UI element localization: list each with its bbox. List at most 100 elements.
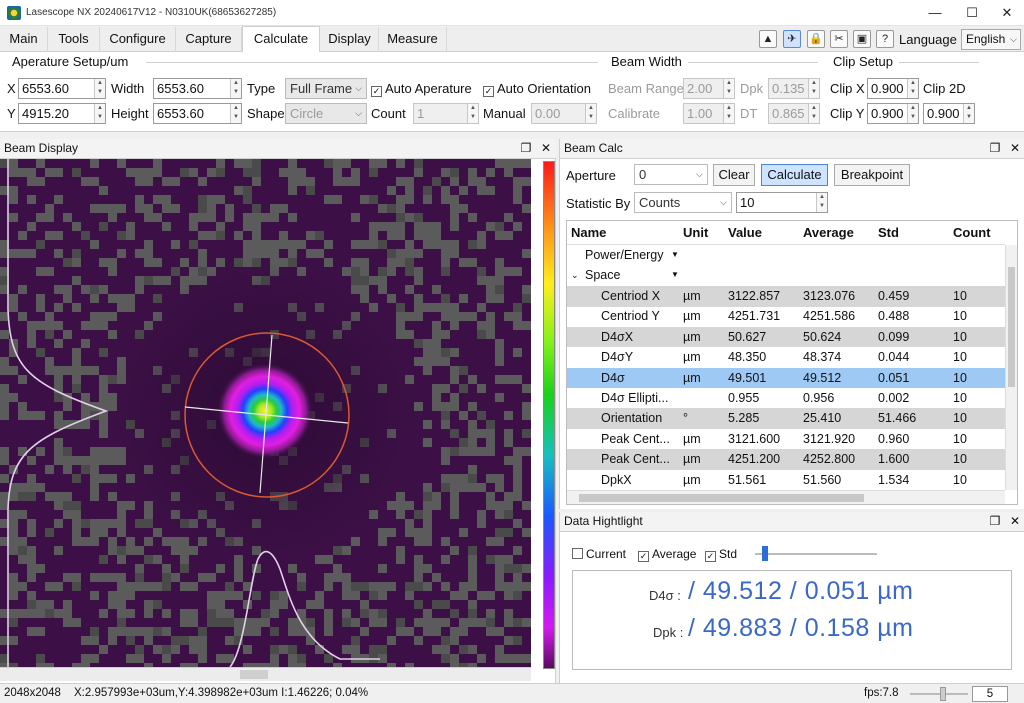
height-input[interactable]: 6553.60 ▲ ▼ (153, 103, 242, 124)
clip-y-input[interactable]: 0.900 ▲ ▼ (867, 103, 919, 124)
slider-thumb[interactable] (762, 546, 768, 561)
float-window-icon[interactable]: ❐ (518, 140, 534, 156)
manual-input[interactable]: 0.00 ▲ ▼ (531, 103, 597, 124)
width-input[interactable]: 6553.60 ▲ ▼ (153, 78, 242, 99)
pin-icon[interactable]: ✈ (783, 30, 801, 48)
table-horizontal-scrollbar[interactable] (567, 490, 1005, 504)
close-panel-icon[interactable]: ✕ (538, 140, 554, 156)
dt-input[interactable]: 0.865 ▲ ▼ (768, 103, 820, 124)
language-select[interactable]: English ⌵ (961, 29, 1021, 50)
calculate-button[interactable]: Calculate (761, 164, 828, 186)
table-row[interactable]: Peak Cent... µm 4251.200 4252.800 1.600 10 (567, 449, 1005, 470)
scrollbar-thumb[interactable] (1008, 267, 1015, 387)
table-row[interactable]: Centriod Y µm 4251.731 4251.586 0.488 10 (567, 306, 1005, 327)
table-row[interactable]: D4σY µm 48.350 48.374 0.044 10 (567, 347, 1005, 368)
spin-arrows-icon[interactable]: ▲ ▼ (585, 104, 596, 123)
cell-average: 50.624 (803, 329, 842, 344)
dpk-label: Dpk (740, 81, 764, 96)
col-count[interactable]: Count (953, 225, 991, 240)
tab-capture[interactable]: Capture (176, 27, 242, 52)
type-select[interactable]: Full Frame ⌵ (285, 78, 367, 99)
close-panel-icon[interactable]: ✕ (1007, 140, 1023, 156)
average-checkbox[interactable]: ✓ Average (638, 547, 696, 562)
tab-measure[interactable]: Measure (379, 27, 447, 52)
table-row[interactable]: Centriod X µm 3122.857 3123.076 0.459 10 (567, 286, 1005, 307)
font-size-slider[interactable] (755, 553, 877, 555)
spin-arrows-icon[interactable]: ▲ ▼ (907, 104, 918, 123)
spin-arrows-icon[interactable]: ▲ ▼ (963, 104, 974, 123)
beam-horizontal-scrollbar[interactable] (0, 667, 531, 681)
y-input[interactable]: 4915.20 ▲ ▼ (18, 103, 106, 124)
calibrate-input[interactable]: 1.00 ▲ ▼ (683, 103, 735, 124)
float-window-icon[interactable]: ❐ (987, 513, 1003, 529)
spin-arrows-icon[interactable]: ▲ ▼ (723, 104, 734, 123)
auto-orientation-checkbox[interactable]: ✓ Auto Orientation (483, 81, 591, 97)
beam-range-input[interactable]: 2.00 ▲ ▼ (683, 78, 735, 99)
collapse-up-icon[interactable]: ▲ (759, 30, 777, 48)
group-label: Space (585, 268, 621, 282)
group-row-power[interactable]: Power/Energy ▼ (567, 245, 1005, 266)
spin-arrows-icon[interactable]: ▲ ▼ (467, 104, 478, 123)
save-icon[interactable]: ▣ (853, 30, 871, 48)
spin-arrows-icon[interactable]: ▲ ▼ (230, 79, 241, 98)
x-input[interactable]: 6553.60 ▲ ▼ (18, 78, 106, 99)
shape-select[interactable]: Circle ⌵ (285, 103, 367, 124)
tab-configure[interactable]: Configure (100, 27, 176, 52)
noise-pixel (99, 429, 108, 438)
table-row[interactable]: DpkX µm 51.561 51.560 1.534 10 (567, 470, 1005, 491)
noise-pixel (405, 501, 414, 510)
scrollbar-thumb[interactable] (240, 670, 268, 679)
auto-aperture-checkbox[interactable]: ✓ Auto Aperature (371, 81, 472, 97)
table-vertical-scrollbar[interactable] (1005, 245, 1017, 490)
col-std[interactable]: Std (878, 225, 899, 240)
slider-thumb[interactable] (940, 687, 946, 701)
scrollbar-thumb[interactable] (579, 494, 864, 502)
tab-main[interactable]: Main (0, 27, 48, 52)
spin-arrows-icon[interactable]: ▲ ▼ (723, 79, 734, 98)
close-button[interactable]: ✕ (990, 0, 1024, 26)
spin-arrows-icon[interactable]: ▲ ▼ (808, 104, 819, 123)
statistic-count-input[interactable]: 10 ▲ ▼ (736, 192, 828, 213)
scissors-icon[interactable]: ✂ (830, 30, 848, 48)
table-row[interactable]: D4σ Ellipti... 0.955 0.956 0.002 10 (567, 388, 1005, 409)
current-checkbox[interactable]: Current (572, 547, 626, 561)
table-row[interactable]: D4σX µm 50.627 50.624 0.099 10 (567, 326, 1005, 348)
col-unit[interactable]: Unit (683, 225, 708, 240)
spin-arrows-icon[interactable]: ▲ ▼ (94, 79, 105, 98)
count-input[interactable]: 1 ▲ ▼ (413, 103, 479, 124)
minimize-button[interactable]: — (918, 0, 952, 26)
tab-display[interactable]: Display (321, 27, 379, 52)
clip-2d-input[interactable]: 0.900 ▲ ▼ (923, 103, 975, 124)
tab-tools[interactable]: Tools (48, 27, 100, 52)
col-average[interactable]: Average (803, 225, 854, 240)
rate-input[interactable]: 5 (972, 686, 1008, 702)
rate-slider[interactable] (910, 693, 968, 695)
spin-arrows-icon[interactable]: ▲ ▼ (808, 79, 819, 98)
spin-arrows-icon[interactable]: ▲ ▼ (94, 104, 105, 123)
maximize-button[interactable]: ☐ (955, 0, 989, 26)
noise-pixel (441, 600, 450, 609)
spin-arrows-icon[interactable]: ▲ ▼ (907, 79, 918, 98)
col-name[interactable]: Name (571, 225, 606, 240)
col-value[interactable]: Value (728, 225, 762, 240)
table-row[interactable]: D4σ µm 49.501 49.512 0.051 10 (567, 367, 1005, 389)
std-checkbox[interactable]: ✓ Std (705, 547, 737, 562)
tab-calculate[interactable]: Calculate (242, 26, 320, 52)
table-row[interactable]: Orientation ° 5.285 25.410 51.466 10 (567, 408, 1005, 429)
clear-button[interactable]: Clear (713, 164, 755, 186)
breakpoint-button[interactable]: Breakpoint (834, 164, 910, 186)
spin-arrows-icon[interactable]: ▲ ▼ (230, 104, 241, 123)
table-row[interactable]: Peak Cent... µm 3121.600 3121.920 0.960 10 (567, 429, 1005, 450)
close-panel-icon[interactable]: ✕ (1007, 513, 1023, 529)
clip-x-input[interactable]: 0.900 ▲ ▼ (867, 78, 919, 99)
beam-image[interactable] (0, 159, 531, 667)
spin-arrows-icon[interactable]: ▲ ▼ (816, 193, 827, 212)
chevron-down-icon[interactable]: ⌄ (571, 270, 579, 281)
lock-icon[interactable]: 🔒 (807, 30, 825, 48)
float-window-icon[interactable]: ❐ (987, 140, 1003, 156)
statistic-select[interactable]: Counts ⌵ (634, 192, 732, 213)
group-row-space[interactable]: ⌄ Space ▼ (567, 265, 1005, 286)
aperture-select[interactable]: 0 ⌵ (634, 164, 708, 185)
help-icon[interactable]: ? (876, 30, 894, 48)
dpk-input[interactable]: 0.135 ▲ ▼ (768, 78, 820, 99)
